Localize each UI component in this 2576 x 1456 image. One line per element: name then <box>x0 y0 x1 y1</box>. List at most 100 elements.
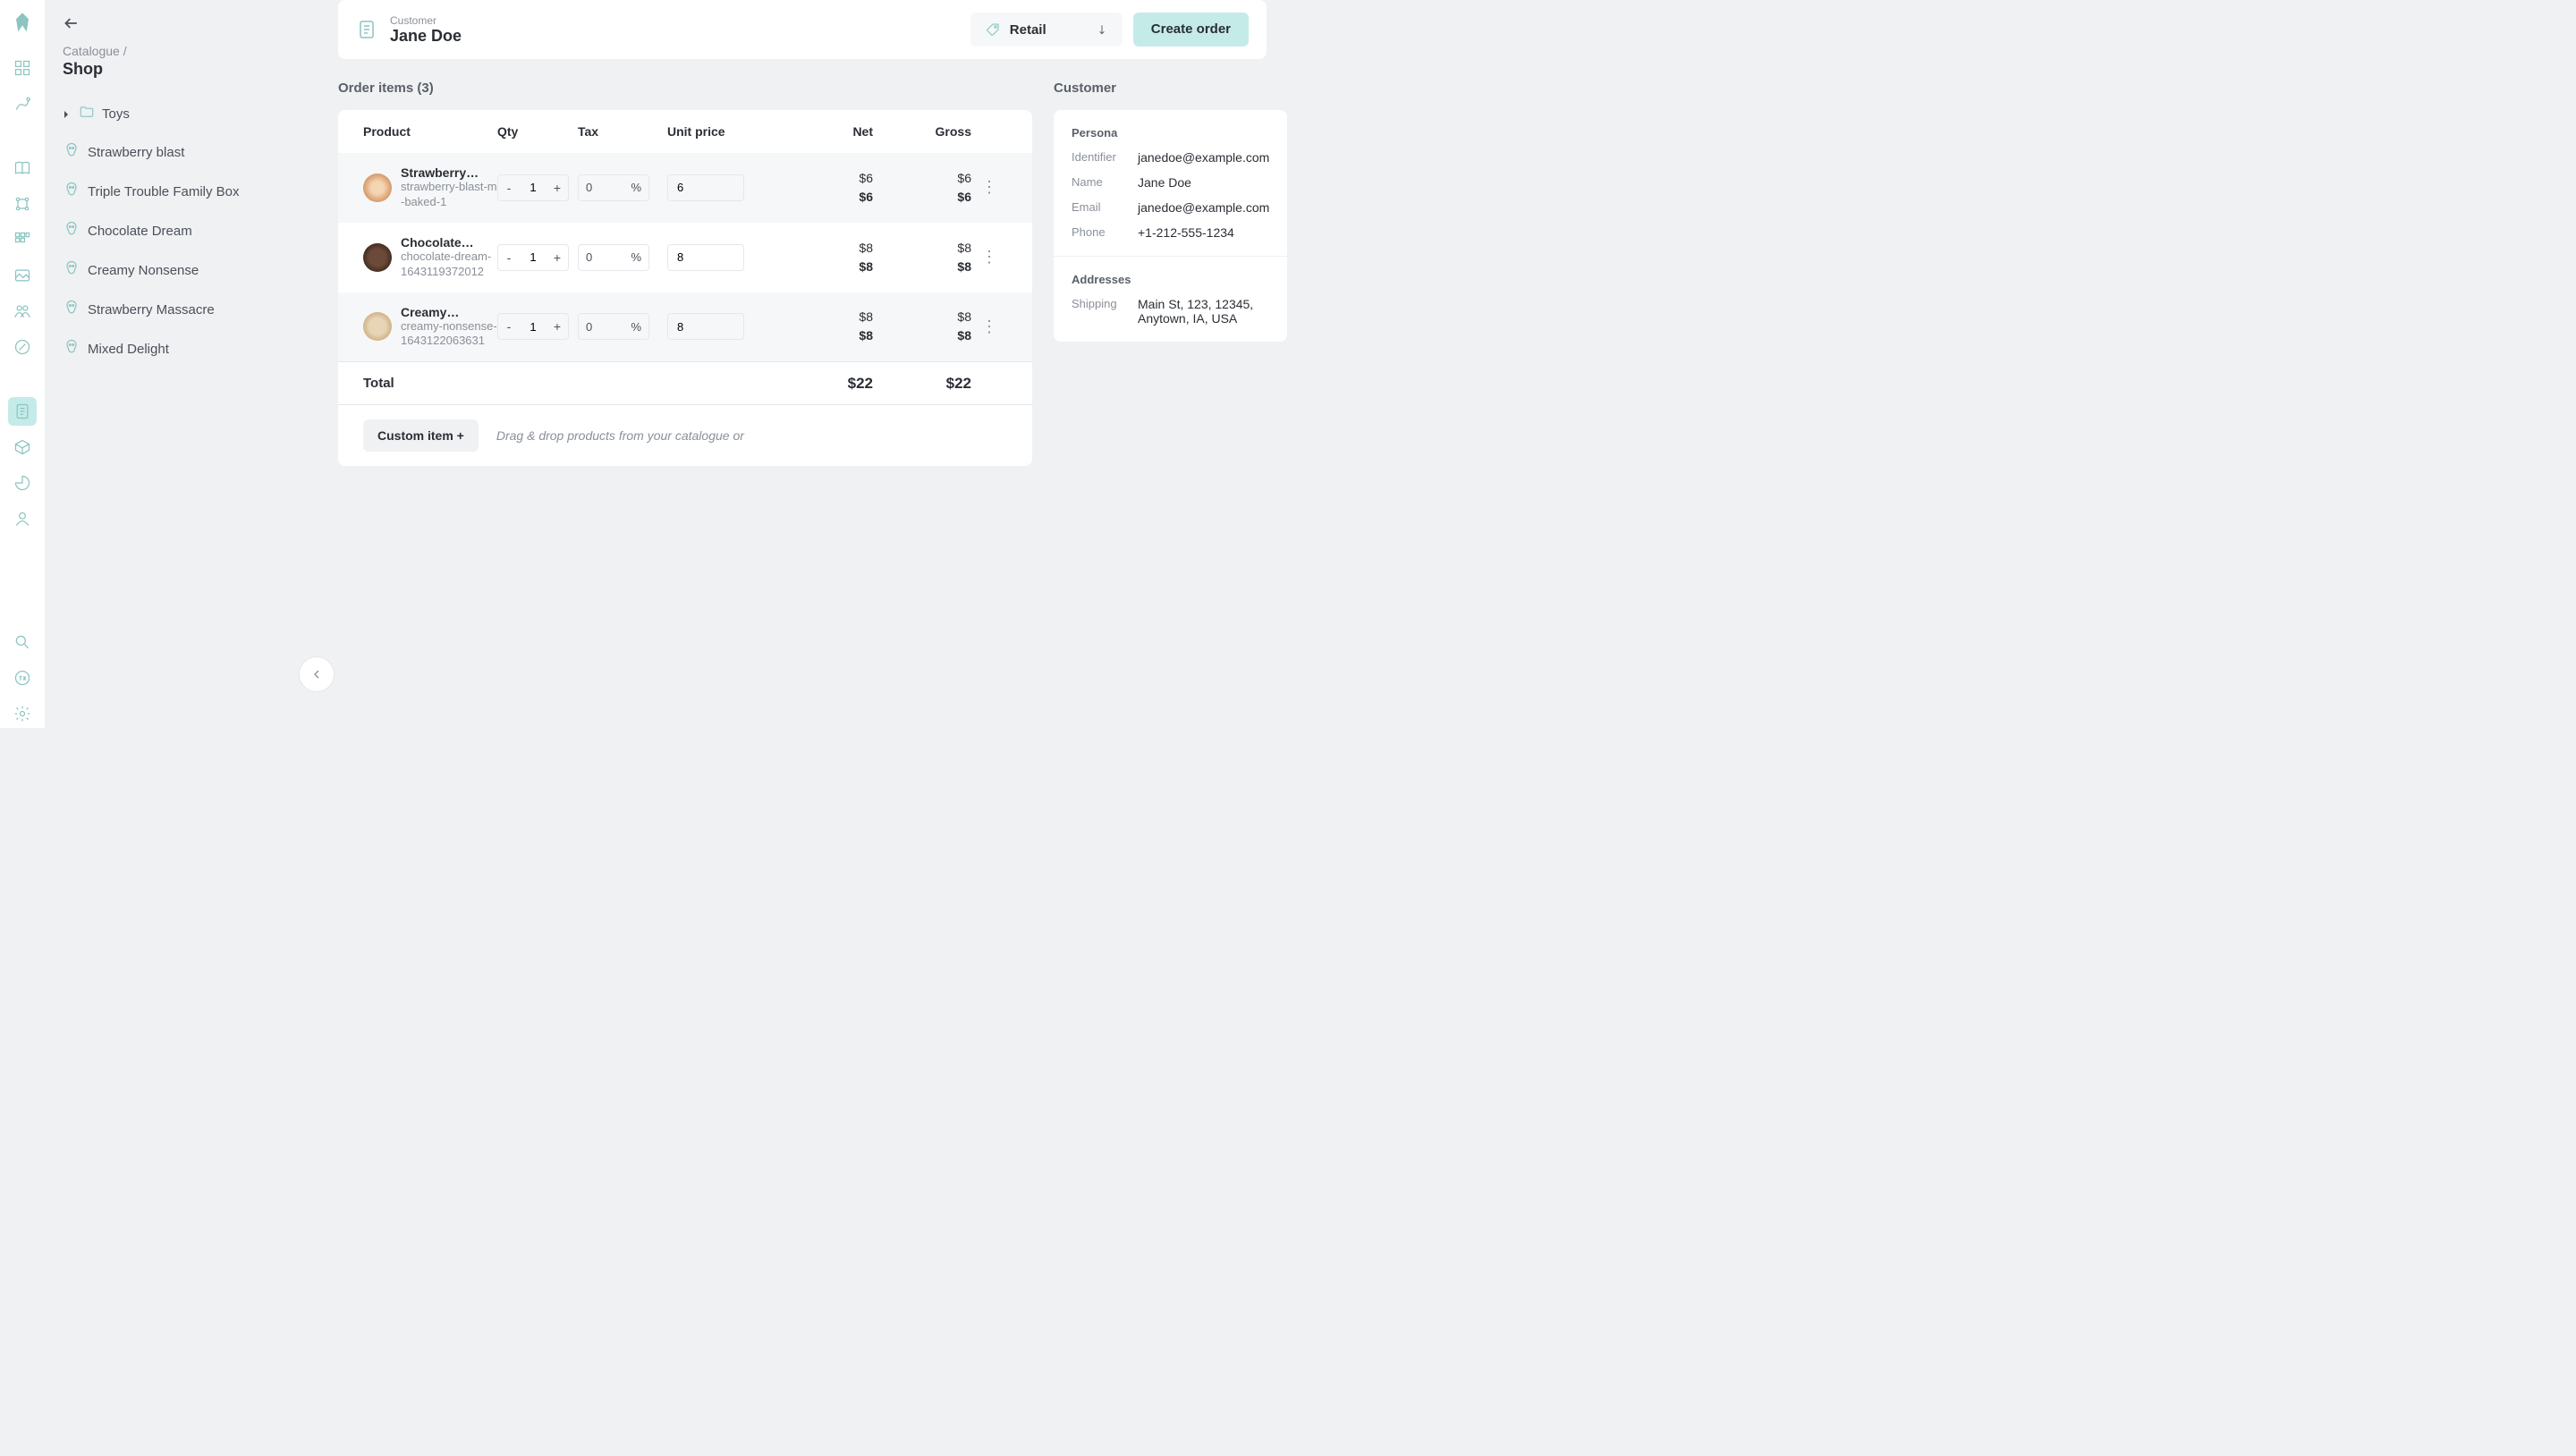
net-line1: $8 <box>784 308 873 326</box>
name-label: Name <box>1072 175 1127 190</box>
qty-value: 1 <box>520 250 547 264</box>
tax-input[interactable]: 0% <box>578 174 649 201</box>
order-header: Customer Jane Doe Retail Create order <box>338 0 1267 59</box>
product-thumb <box>363 174 392 202</box>
nav-box-icon[interactable] <box>8 433 37 461</box>
qty-value: 1 <box>520 181 547 194</box>
shipping-label: Shipping <box>1072 297 1127 326</box>
shipping-value: Main St, 123, 12345, Anytown, IA, USA <box>1138 297 1269 326</box>
net-line2: $8 <box>784 258 873 276</box>
phone-value: +1-212-555-1234 <box>1138 225 1234 240</box>
nav-dashboard-icon[interactable] <box>8 54 37 82</box>
gross-line2: $8 <box>873 326 971 345</box>
nav-orders-icon[interactable] <box>8 397 37 426</box>
nav-nodes-icon[interactable] <box>8 190 37 218</box>
col-tax: Tax <box>578 124 667 139</box>
net-line1: $6 <box>784 169 873 188</box>
qty-stepper[interactable]: -1+ <box>497 174 569 201</box>
tag-icon <box>985 21 1001 38</box>
identifier-label: Identifier <box>1072 150 1127 165</box>
net-line2: $8 <box>784 326 873 345</box>
main-content: Customer Jane Doe Retail Create order Or… <box>317 0 1288 728</box>
tax-input[interactable]: 0% <box>578 313 649 340</box>
unit-price-input[interactable]: 8 <box>667 244 744 271</box>
pct-label: % <box>631 250 641 264</box>
qty-stepper[interactable]: -1+ <box>497 244 569 271</box>
dropdown-label: Retail <box>1010 22 1046 38</box>
qty-plus[interactable]: + <box>547 175 568 200</box>
sidebar-product-item[interactable]: Creamy Nonsense <box>63 250 299 290</box>
custom-item-button[interactable]: Custom item + <box>363 419 479 452</box>
net-line2: $6 <box>784 188 873 207</box>
sidebar-product-item[interactable]: Chocolate Dream <box>63 211 299 250</box>
col-net: Net <box>784 124 873 139</box>
row-menu-button[interactable]: ⋮ <box>971 248 1007 267</box>
unit-price-input[interactable]: 6 <box>667 174 744 201</box>
qty-plus[interactable]: + <box>547 314 568 339</box>
pct-label: % <box>631 181 641 194</box>
collapse-sidebar-button[interactable] <box>299 656 335 692</box>
gross-line1: $8 <box>873 239 971 258</box>
email-label: Email <box>1072 200 1127 215</box>
order-items-table: Product Qty Tax Unit price Net Gross Str… <box>338 110 1032 466</box>
nav-image-icon[interactable] <box>8 261 37 290</box>
nav-search-icon[interactable] <box>8 628 37 656</box>
nav-pipeline-icon[interactable] <box>8 89 37 118</box>
nav-analytics-icon[interactable] <box>8 469 37 497</box>
tax-value: 0 <box>586 250 592 264</box>
sidebar-product-item[interactable]: Triple Trouble Family Box <box>63 172 299 211</box>
gross-line2: $6 <box>873 188 971 207</box>
nav-discount-icon[interactable] <box>8 333 37 361</box>
product-name: Strawberry… <box>401 165 497 180</box>
nav-grid-icon[interactable] <box>8 225 37 254</box>
chevron-down-icon <box>1096 23 1108 36</box>
customer-panel-title: Customer <box>1054 80 1287 96</box>
product-label: Creamy Nonsense <box>88 263 199 278</box>
nav-book-icon[interactable] <box>8 154 37 182</box>
product-name: Creamy… <box>401 305 497 319</box>
product-icon <box>63 259 80 281</box>
product-label: Mixed Delight <box>88 342 169 357</box>
back-button[interactable] <box>63 14 299 37</box>
breadcrumb-current: Shop <box>63 60 299 79</box>
breadcrumb-parent[interactable]: Catalogue / <box>63 44 299 58</box>
product-sku: chocolate-dream-1643119372012 <box>401 250 497 280</box>
nav-user-icon[interactable] <box>8 504 37 533</box>
qty-minus[interactable]: - <box>498 314 520 339</box>
product-icon <box>63 299 80 320</box>
gross-line2: $8 <box>873 258 971 276</box>
sidebar-product-item[interactable]: Strawberry blast <box>63 132 299 172</box>
folder-toys[interactable]: Toys <box>63 95 299 132</box>
icon-rail <box>0 0 45 728</box>
addresses-title: Addresses <box>1072 273 1269 286</box>
product-thumb <box>363 243 392 272</box>
qty-minus[interactable]: - <box>498 245 520 270</box>
product-name: Chocolate… <box>401 235 497 250</box>
nav-people-icon[interactable] <box>8 297 37 326</box>
price-variant-dropdown[interactable]: Retail <box>970 13 1123 47</box>
product-icon <box>63 338 80 360</box>
qty-stepper[interactable]: -1+ <box>497 313 569 340</box>
nav-translate-icon[interactable] <box>8 664 37 692</box>
sidebar-product-item[interactable]: Mixed Delight <box>63 329 299 368</box>
unit-price-input[interactable]: 8 <box>667 313 744 340</box>
row-menu-button[interactable]: ⋮ <box>971 317 1007 336</box>
pct-label: % <box>631 320 641 334</box>
col-gross: Gross <box>873 124 971 139</box>
product-thumb <box>363 312 392 341</box>
tax-input[interactable]: 0% <box>578 244 649 271</box>
order-items-title: Order items (3) <box>338 80 1032 96</box>
gross-line1: $8 <box>873 308 971 326</box>
product-icon <box>63 141 80 163</box>
sidebar-product-item[interactable]: Strawberry Massacre <box>63 290 299 329</box>
product-label: Chocolate Dream <box>88 224 192 239</box>
order-item-row: Creamy…creamy-nonsense-1643122063631-1+0… <box>338 292 1032 362</box>
folder-label: Toys <box>102 106 130 122</box>
qty-minus[interactable]: - <box>498 175 520 200</box>
order-item-row: Strawberry…strawberry-blast-m-baked-1-1+… <box>338 153 1032 223</box>
row-menu-button[interactable]: ⋮ <box>971 178 1007 197</box>
nav-settings-icon[interactable] <box>8 699 37 728</box>
col-product: Product <box>363 124 497 139</box>
create-order-button[interactable]: Create order <box>1133 13 1249 47</box>
qty-plus[interactable]: + <box>547 245 568 270</box>
